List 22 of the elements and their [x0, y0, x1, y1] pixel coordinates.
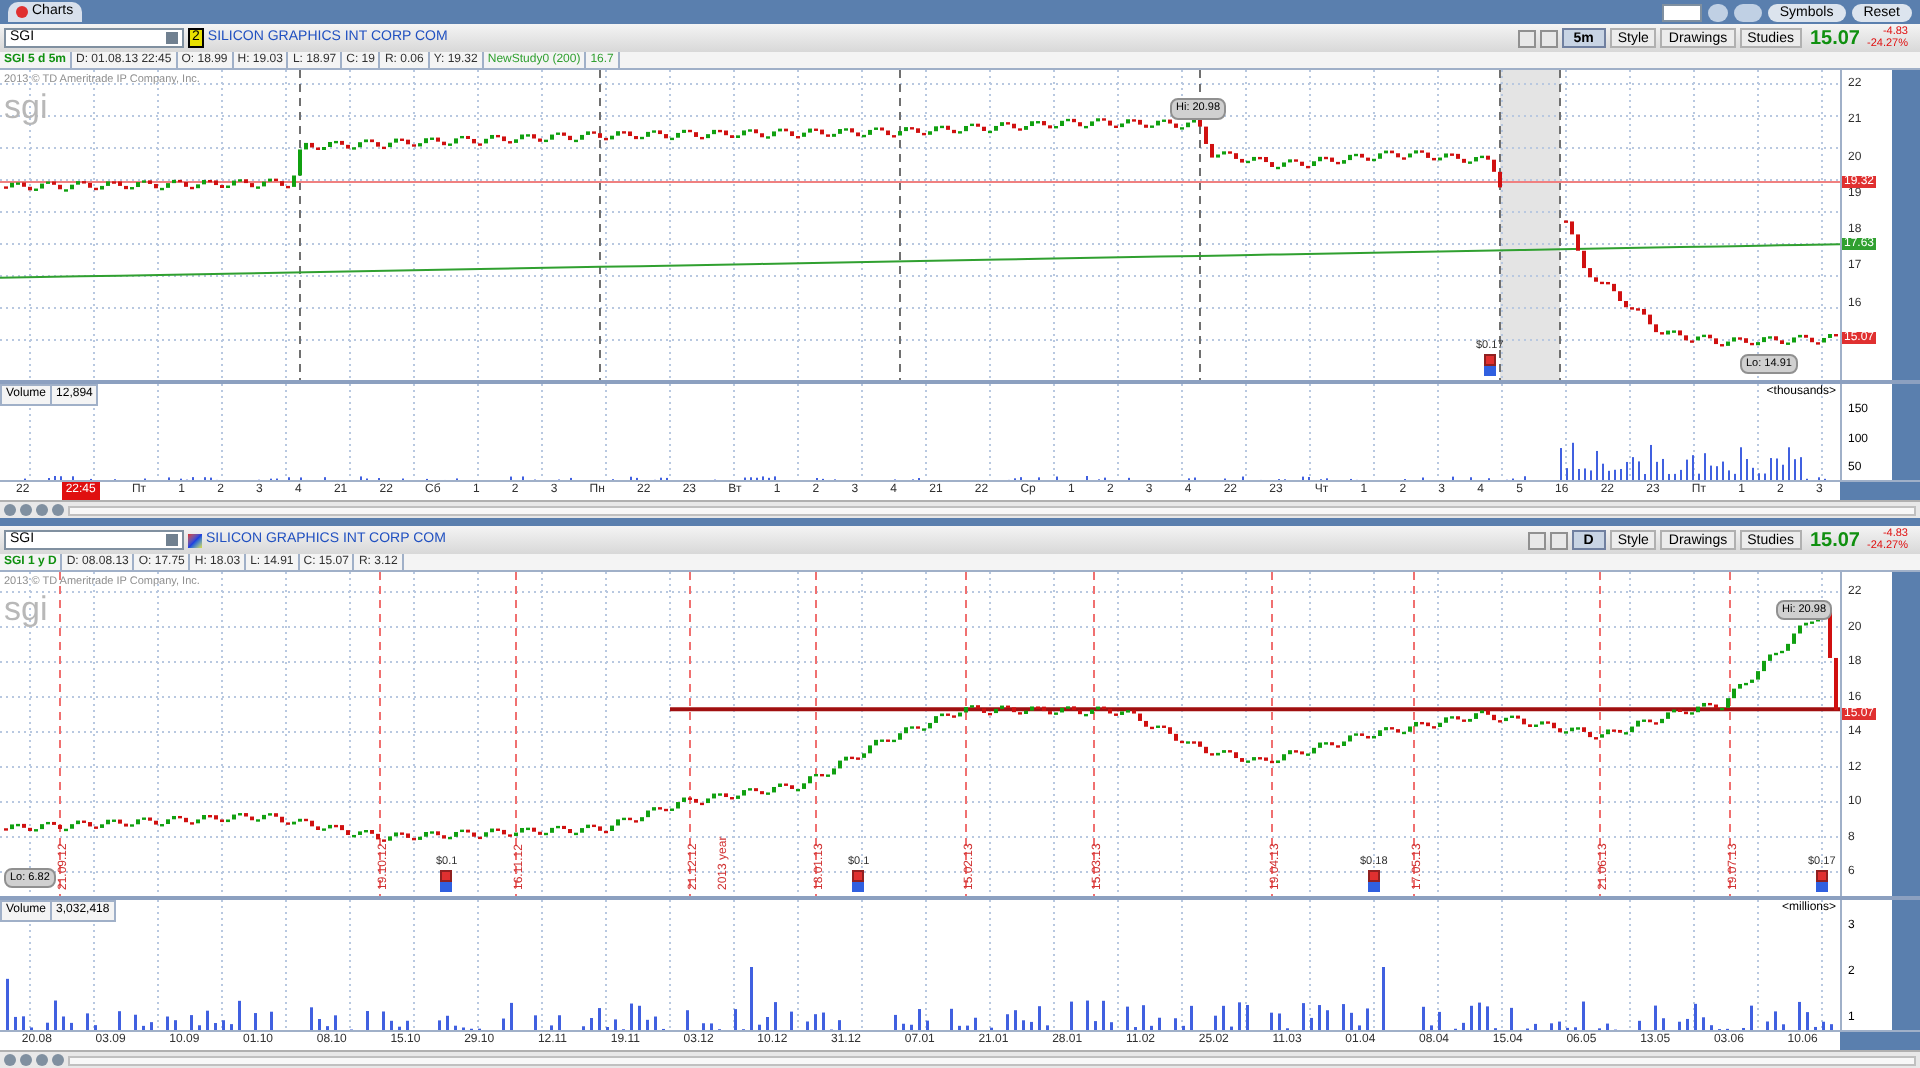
event-marker-icon[interactable] — [440, 882, 453, 892]
event-marker-icon[interactable] — [1367, 882, 1380, 892]
ticker-logo: sgi — [4, 86, 48, 130]
last-price: 15.07 — [1809, 527, 1860, 555]
chart-app-icon — [16, 6, 28, 18]
dropdown-icon — [166, 534, 178, 546]
dropdown-icon — [166, 32, 178, 44]
side-tab-strip — [1892, 900, 1920, 1030]
event-marker-icon[interactable] — [852, 882, 865, 892]
dividend-marker-icon[interactable] — [1483, 354, 1496, 366]
link-icon[interactable] — [188, 533, 202, 547]
dividend-marker-icon[interactable] — [852, 870, 865, 882]
ticker-logo: sgi — [4, 588, 48, 632]
dividend-marker-icon[interactable] — [440, 870, 453, 882]
axis-corner-panel — [1840, 1032, 1920, 1050]
dividend-marker-icon[interactable] — [1815, 870, 1828, 882]
dividend-marker-icon[interactable] — [1367, 870, 1380, 882]
side-tab-strip — [1892, 384, 1920, 480]
last-price: 15.07 — [1809, 25, 1860, 53]
axis-corner-panel — [1840, 482, 1920, 500]
event-marker-icon[interactable] — [1483, 366, 1496, 376]
event-marker-icon[interactable] — [1815, 882, 1828, 892]
